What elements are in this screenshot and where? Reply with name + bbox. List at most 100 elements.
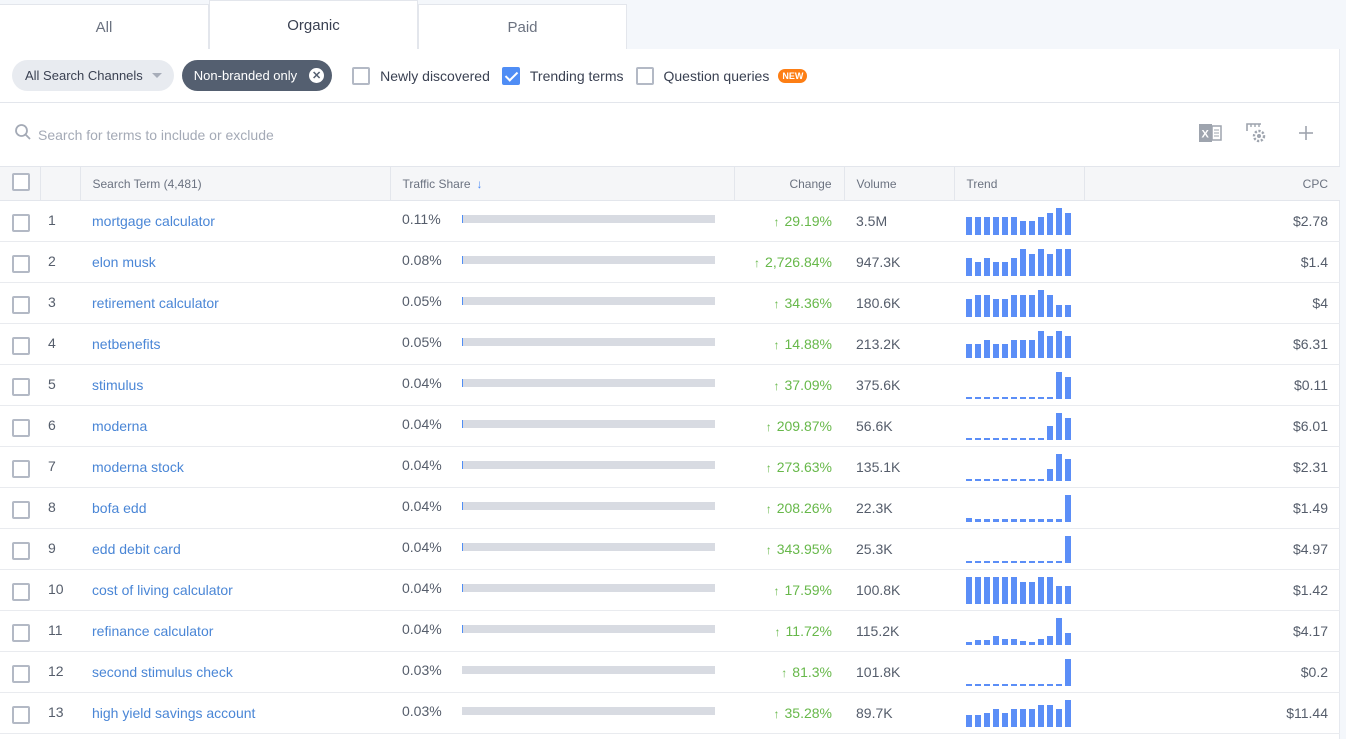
traffic-share-value: 0.04% [402,539,462,555]
table-row[interactable]: 6moderna0.04%↑209.87%56.6K$6.01 [0,406,1340,447]
cpc-cell: $1.49 [1084,488,1340,529]
trend-bar [984,479,990,481]
search-bar: Search for terms to include or exclude X [0,103,1339,166]
row-checkbox[interactable] [12,706,30,724]
table-row[interactable]: 11refinance calculator0.04%↑11.72%115.2K… [0,611,1340,652]
change-header[interactable]: Change [734,167,844,201]
trend-bar [1056,208,1062,235]
volume-cell: 22.3K [844,488,954,529]
trend-bar [966,518,972,522]
checkbox-checked[interactable] [502,67,520,85]
sort-desc-icon[interactable]: ↓ [477,177,483,191]
search-term-link[interactable]: second stimulus check [92,664,233,680]
tab-all[interactable]: All [0,4,209,50]
trend-bar [1011,709,1017,727]
trend-sparkline [966,494,1072,522]
row-checkbox[interactable] [12,419,30,437]
trend-sparkline [966,617,1072,645]
table-row[interactable]: 12second stimulus check0.03%↑81.3%101.8K… [0,652,1340,693]
search-term-link[interactable]: retirement calculator [92,295,219,311]
excel-export-icon[interactable]: X [1199,122,1223,144]
search-channels-select[interactable]: All Search Channels [12,60,174,91]
trend-bar [1011,519,1017,522]
trend-cell [954,611,1084,652]
volume-header[interactable]: Volume [844,167,954,201]
column-settings-icon[interactable] [1245,121,1269,145]
trend-bar [984,577,990,604]
search-term-header[interactable]: Search Term (4,481) [80,167,390,201]
checkbox-box[interactable] [352,67,370,85]
traffic-share-header[interactable]: Traffic Share↓ [390,167,734,201]
row-select-cell [0,365,40,406]
remove-filter-icon[interactable]: ✕ [309,68,324,83]
trend-bar [975,479,981,481]
table-row[interactable]: 10cost of living calculator0.04%↑17.59%1… [0,570,1340,611]
row-checkbox[interactable] [12,501,30,519]
row-checkbox[interactable] [12,378,30,396]
trend-bar [993,561,999,563]
row-checkbox[interactable] [12,296,30,314]
search-term-link[interactable]: mortgage calculator [92,213,215,229]
row-checkbox[interactable] [12,665,30,683]
trend-bar [1065,377,1071,399]
change-cell: ↑17.59% [734,570,844,611]
select-all-checkbox[interactable] [12,173,30,191]
tab-organic[interactable]: Organic [209,0,418,50]
trend-bar [1065,213,1071,235]
trend-bar [993,479,999,481]
checkbox-box[interactable] [636,67,654,85]
trend-sparkline [966,248,1072,276]
newly-discovered-label: Newly discovered [380,68,490,84]
row-checkbox[interactable] [12,460,30,478]
table-row[interactable]: 5stimulus0.04%↑37.09%375.6K$0.11 [0,365,1340,406]
row-rank: 2 [40,242,80,283]
row-checkbox[interactable] [12,255,30,273]
question-queries-checkbox[interactable]: Question queries NEW [636,67,808,85]
row-checkbox[interactable] [12,583,30,601]
table-row[interactable]: 13high yield savings account0.03%↑35.28%… [0,693,1340,734]
search-term-link[interactable]: elon musk [92,254,156,270]
trend-cell [954,652,1084,693]
search-term-link[interactable]: cost of living calculator [92,582,233,598]
cpc-header[interactable]: CPC [1084,167,1340,201]
volume-cell: 101.8K [844,652,954,693]
search-term-link[interactable]: high yield savings account [92,705,255,721]
trending-terms-checkbox[interactable]: Trending terms [502,67,624,85]
search-term-link[interactable]: stimulus [92,377,143,393]
table-row[interactable]: 2elon musk0.08%↑2,726.84%947.3K$1.4 [0,242,1340,283]
search-term-link[interactable]: netbenefits [92,336,161,352]
newly-discovered-checkbox[interactable]: Newly discovered [352,67,490,85]
row-checkbox[interactable] [12,542,30,560]
trend-bar [1047,636,1053,645]
trend-bar [984,340,990,358]
trend-bar [1047,519,1053,522]
search-term-link[interactable]: edd debit card [92,541,181,557]
traffic-share-cell: 0.04% [390,488,734,529]
table-row[interactable]: 1mortgage calculator0.11%↑29.19%3.5M$2.7… [0,201,1340,242]
table-row[interactable]: 7moderna stock0.04%↑273.63%135.1K$2.31 [0,447,1340,488]
search-term-link[interactable]: moderna stock [92,459,184,475]
add-icon[interactable] [1297,124,1315,142]
trend-bar [1056,684,1062,686]
table-row[interactable]: 3retirement calculator0.05%↑34.36%180.6K… [0,283,1340,324]
search-input[interactable]: Search for terms to include or exclude [38,127,274,143]
search-term-link[interactable]: refinance calculator [92,623,213,639]
row-checkbox[interactable] [12,624,30,642]
non-branded-filter-chip[interactable]: Non-branded only ✕ [182,60,332,91]
table-row[interactable]: 9edd debit card0.04%↑343.95%25.3K$4.97 [0,529,1340,570]
row-rank: 10 [40,570,80,611]
table-row[interactable]: 4netbenefits0.05%↑14.88%213.2K$6.31 [0,324,1340,365]
row-checkbox[interactable] [12,337,30,355]
trend-bar [1029,221,1035,235]
table-row[interactable]: 8bofa edd0.04%↑208.26%22.3K$1.49 [0,488,1340,529]
trend-cell [954,406,1084,447]
tab-paid[interactable]: Paid [418,4,627,50]
row-checkbox[interactable] [12,214,30,232]
search-term-link[interactable]: moderna [92,418,147,434]
new-badge: NEW [778,69,807,83]
up-arrow-icon: ↑ [766,461,772,475]
row-rank: 3 [40,283,80,324]
search-term-link[interactable]: bofa edd [92,500,147,516]
up-arrow-icon: ↑ [775,625,781,639]
trend-bar [1002,479,1008,481]
